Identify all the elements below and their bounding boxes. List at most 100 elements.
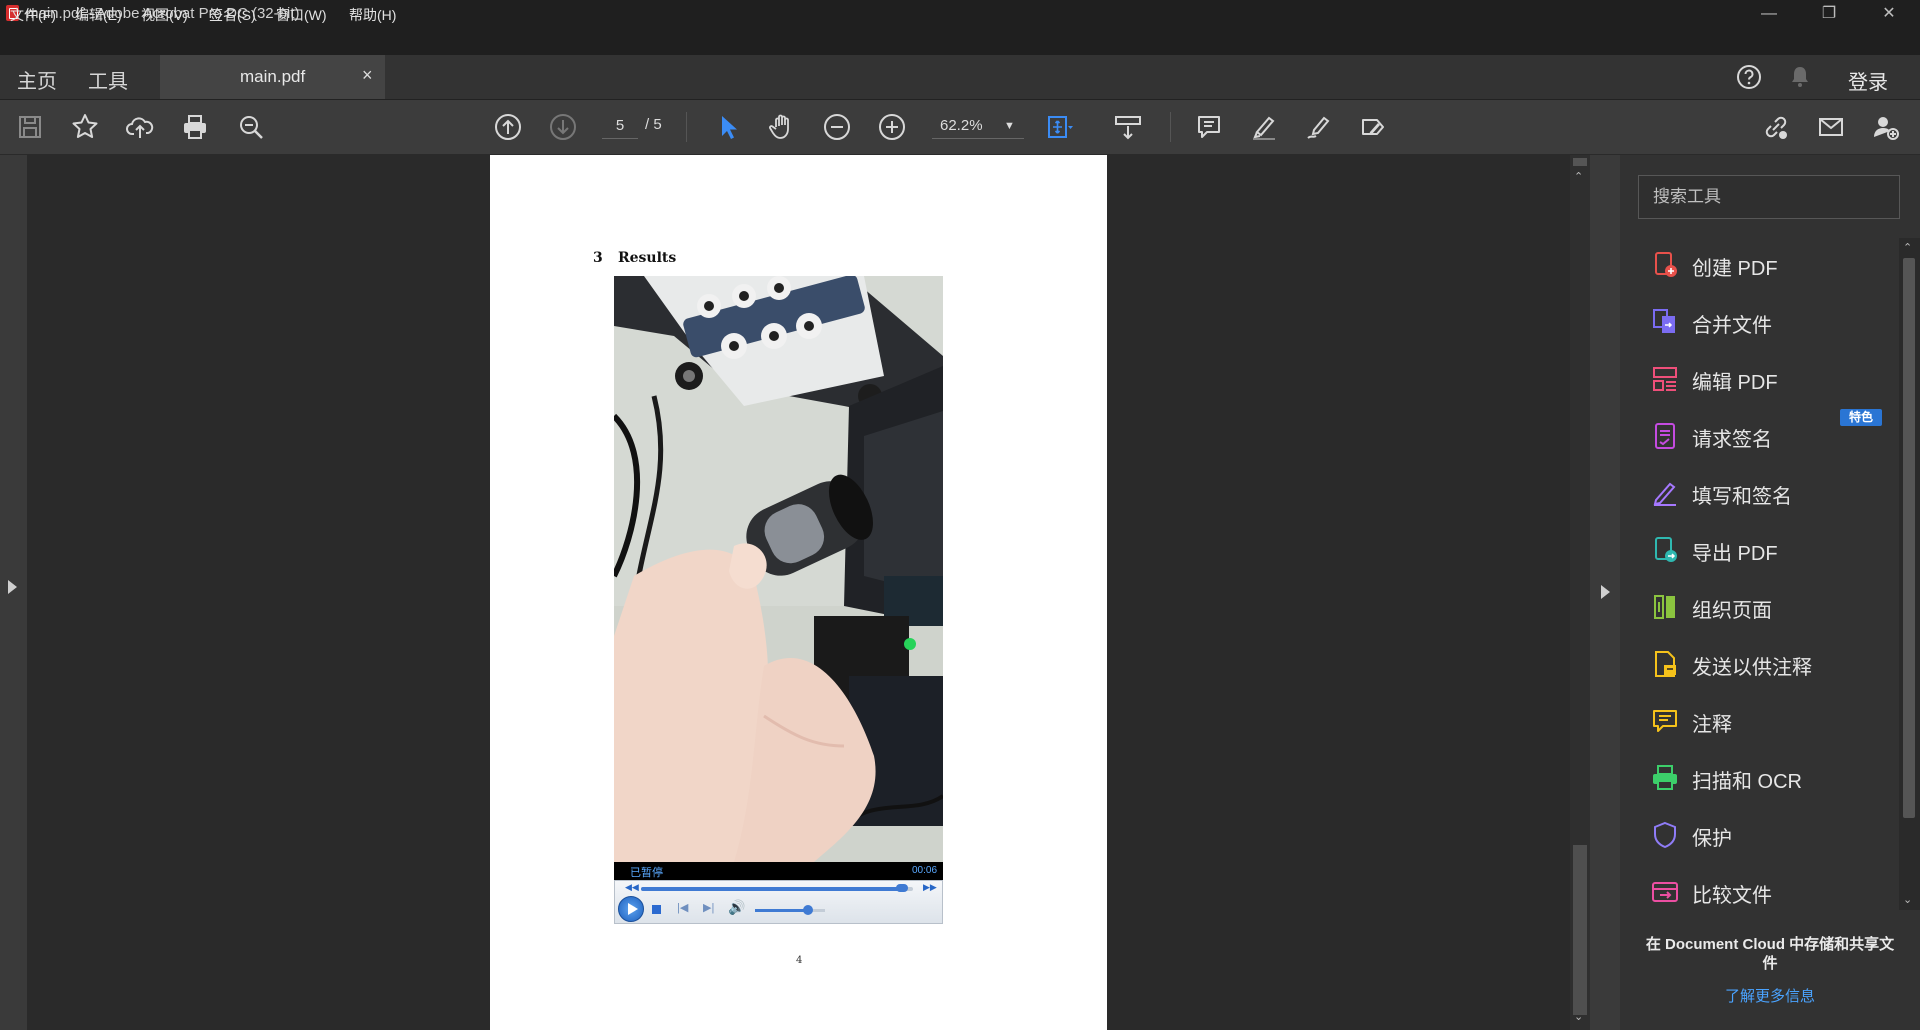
tools-panel-scrollbar-thumb[interactable]	[1903, 258, 1915, 818]
menu-file[interactable]: 文件(F)	[10, 5, 56, 25]
zoom-out-icon[interactable]	[821, 111, 853, 143]
close-button[interactable]: ✕	[1866, 0, 1912, 28]
volume-slider-thumb[interactable]	[802, 905, 813, 915]
rewind-icon[interactable]: ◀◀	[625, 882, 639, 893]
tool-item-edit-pdf[interactable]: 编辑 PDF	[1650, 354, 1890, 404]
next-track-icon[interactable]: ▶|	[703, 901, 714, 914]
scrollbar-top-cap	[1573, 158, 1587, 166]
tool-item-label: 扫描和 OCR	[1692, 771, 1802, 793]
tool-item-combine-files[interactable]: 合并文件	[1650, 297, 1890, 347]
learn-more-link[interactable]: 了解更多信息	[1640, 985, 1900, 1006]
menu-sign[interactable]: 签名(S)	[209, 5, 256, 25]
tool-item-label: 注释	[1692, 714, 1732, 736]
scroll-mode-icon[interactable]	[1112, 111, 1144, 143]
video-time-label: 00:06	[912, 865, 938, 876]
share-link-icon[interactable]	[1760, 111, 1792, 143]
zoom-level-value: 62.2%	[940, 117, 983, 134]
document-cloud-promo: 在 Document Cloud 中存储和共享文件	[1645, 936, 1895, 972]
tool-item-label: 发送以供注释	[1692, 657, 1812, 679]
play-button[interactable]	[618, 896, 644, 922]
upload-cloud-icon[interactable]	[124, 111, 156, 143]
scroll-down-icon[interactable]: ⌄	[1574, 1010, 1583, 1023]
collapse-right-panel-icon[interactable]	[1601, 585, 1610, 599]
volume-slider-track[interactable]	[755, 909, 825, 912]
select-tool-icon[interactable]	[712, 111, 744, 143]
tool-item-export-pdf[interactable]: 导出 PDF	[1650, 525, 1890, 575]
sign-pen-icon[interactable]	[1303, 111, 1335, 143]
document-scrollbar-thumb[interactable]	[1573, 845, 1587, 1015]
fill-form-icon[interactable]	[1357, 111, 1389, 143]
seek-bar-progress	[641, 887, 903, 891]
previous-page-icon[interactable]	[492, 111, 524, 143]
toolbar-divider	[1170, 112, 1171, 142]
seek-bar-thumb[interactable]	[896, 884, 909, 892]
next-page-icon[interactable]	[547, 111, 579, 143]
tool-item-label: 创建 PDF	[1692, 258, 1778, 280]
notification-bell-icon[interactable]	[1786, 63, 1814, 91]
panel-scroll-down-icon[interactable]: ⌄	[1903, 893, 1912, 906]
tool-item-create-pdf[interactable]: 创建 PDF	[1650, 240, 1890, 290]
document-tab-label: main.pdf	[240, 67, 306, 86]
fit-page-icon[interactable]	[1043, 111, 1075, 143]
help-icon[interactable]	[1735, 63, 1763, 91]
zoom-in-icon[interactable]	[876, 111, 908, 143]
fast-forward-icon[interactable]: ▶▶	[923, 882, 937, 893]
section-number: 3	[593, 250, 603, 266]
video-still-image	[614, 276, 943, 862]
menu-bar	[0, 28, 1920, 56]
save-icon[interactable]	[14, 111, 46, 143]
minimize-button[interactable]: —	[1746, 0, 1792, 28]
zoom-search-icon[interactable]	[235, 111, 267, 143]
menu-view[interactable]: 视图(V)	[141, 5, 188, 25]
pdf-page-number: 4	[796, 955, 803, 966]
previous-track-icon[interactable]: |◀	[677, 901, 688, 914]
toolbar-divider	[686, 112, 687, 142]
request-signature-icon	[1650, 421, 1680, 451]
login-button[interactable]: 登录	[1848, 66, 1888, 95]
tab-home[interactable]: 主页	[17, 65, 57, 94]
seek-bar-track[interactable]	[641, 887, 913, 891]
scroll-up-icon[interactable]: ⌃	[1574, 170, 1583, 183]
highlight-icon[interactable]	[1248, 111, 1280, 143]
menu-window[interactable]: 窗口(W)	[276, 5, 327, 25]
tab-document[interactable]: main.pdf ×	[160, 55, 385, 99]
zoom-level-dropdown[interactable]: 62.2% ▼	[932, 114, 1024, 139]
featured-badge: 特色	[1840, 409, 1882, 426]
print-icon[interactable]	[179, 111, 211, 143]
tool-item-label: 填写和签名	[1692, 486, 1792, 508]
scan-ocr-icon	[1650, 763, 1680, 793]
embedded-video-frame[interactable]	[614, 276, 943, 862]
star-icon[interactable]	[69, 111, 101, 143]
add-user-icon[interactable]	[1870, 111, 1902, 143]
expand-left-panel-icon[interactable]	[8, 580, 17, 594]
restore-button[interactable]: ❐	[1806, 0, 1852, 28]
tool-item-scan-ocr[interactable]: 扫描和 OCR	[1650, 753, 1890, 803]
tool-item-organize-pages[interactable]: 组织页面	[1650, 582, 1890, 632]
close-tab-icon[interactable]: ×	[362, 65, 373, 86]
menu-help[interactable]: 帮助(H)	[349, 5, 396, 25]
stop-icon[interactable]	[652, 905, 661, 914]
section-title: Results	[618, 250, 677, 266]
tool-item-fill-sign[interactable]: 填写和签名	[1650, 468, 1890, 518]
tool-item-label: 请求签名	[1692, 429, 1772, 451]
video-status-label: 已暂停	[630, 867, 663, 879]
compare-files-icon	[1650, 877, 1680, 907]
email-icon[interactable]	[1815, 111, 1847, 143]
volume-icon[interactable]: 🔊	[728, 899, 745, 916]
hand-tool-icon[interactable]	[766, 111, 798, 143]
play-icon	[628, 903, 638, 915]
page-number-input[interactable]: 5	[602, 114, 638, 139]
tab-tools[interactable]: 工具	[88, 65, 128, 94]
tool-item-protect[interactable]: 保护	[1650, 810, 1890, 860]
panel-scroll-up-icon[interactable]: ⌃	[1903, 241, 1912, 254]
menu-edit[interactable]: 编辑(E)	[75, 5, 122, 25]
add-comment-icon[interactable]	[1193, 111, 1225, 143]
tool-item-label: 编辑 PDF	[1692, 372, 1778, 394]
protect-icon	[1650, 820, 1680, 850]
comment-icon	[1650, 706, 1680, 736]
tool-item-comment[interactable]: 注释	[1650, 696, 1890, 746]
tools-search-input[interactable]: 搜索工具	[1638, 175, 1900, 219]
tab-bar: 主页 工具 main.pdf × 登录	[0, 55, 1920, 100]
tool-item-send-comments[interactable]: 发送以供注释	[1650, 639, 1890, 689]
tool-item-compare-files[interactable]: 比较文件	[1650, 867, 1890, 917]
